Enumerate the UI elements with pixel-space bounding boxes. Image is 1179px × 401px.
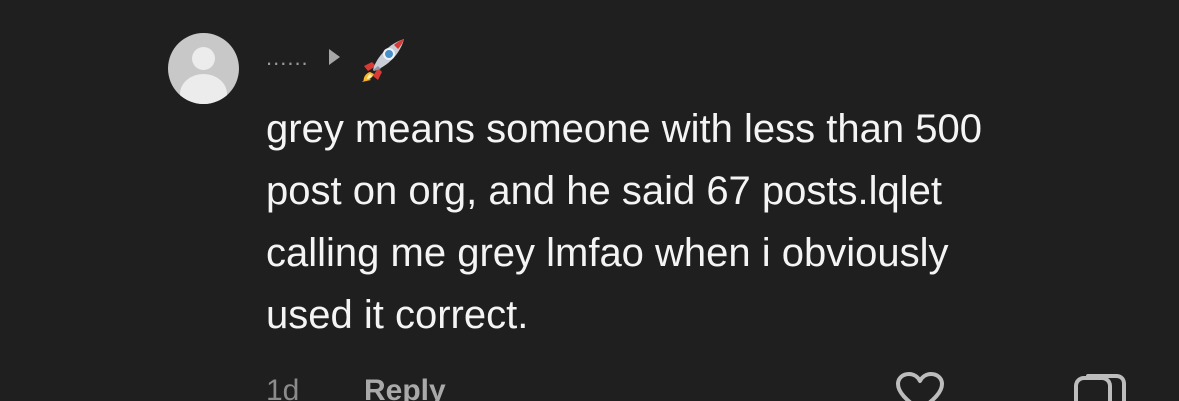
comment-actions: 1d Reply <box>0 372 1179 401</box>
avatar-head <box>192 47 215 70</box>
comment: ...... grey means someone with less than… <box>0 0 1179 401</box>
share-button[interactable] <box>1072 372 1128 401</box>
avatar[interactable] <box>168 33 239 104</box>
comment-meta: ...... <box>266 38 408 82</box>
reply-button[interactable]: Reply <box>364 374 446 401</box>
heart-icon <box>896 372 944 401</box>
avatar-shoulders <box>180 74 227 104</box>
timestamp: 1d <box>266 374 300 401</box>
username[interactable]: ...... <box>266 45 309 71</box>
chat-bubbles-icon <box>1074 374 1126 401</box>
comment-text: grey means someone with less than 500 po… <box>266 107 982 337</box>
play-triangle-icon <box>328 49 340 65</box>
rocket-icon <box>361 39 404 82</box>
like-button[interactable] <box>892 372 948 401</box>
